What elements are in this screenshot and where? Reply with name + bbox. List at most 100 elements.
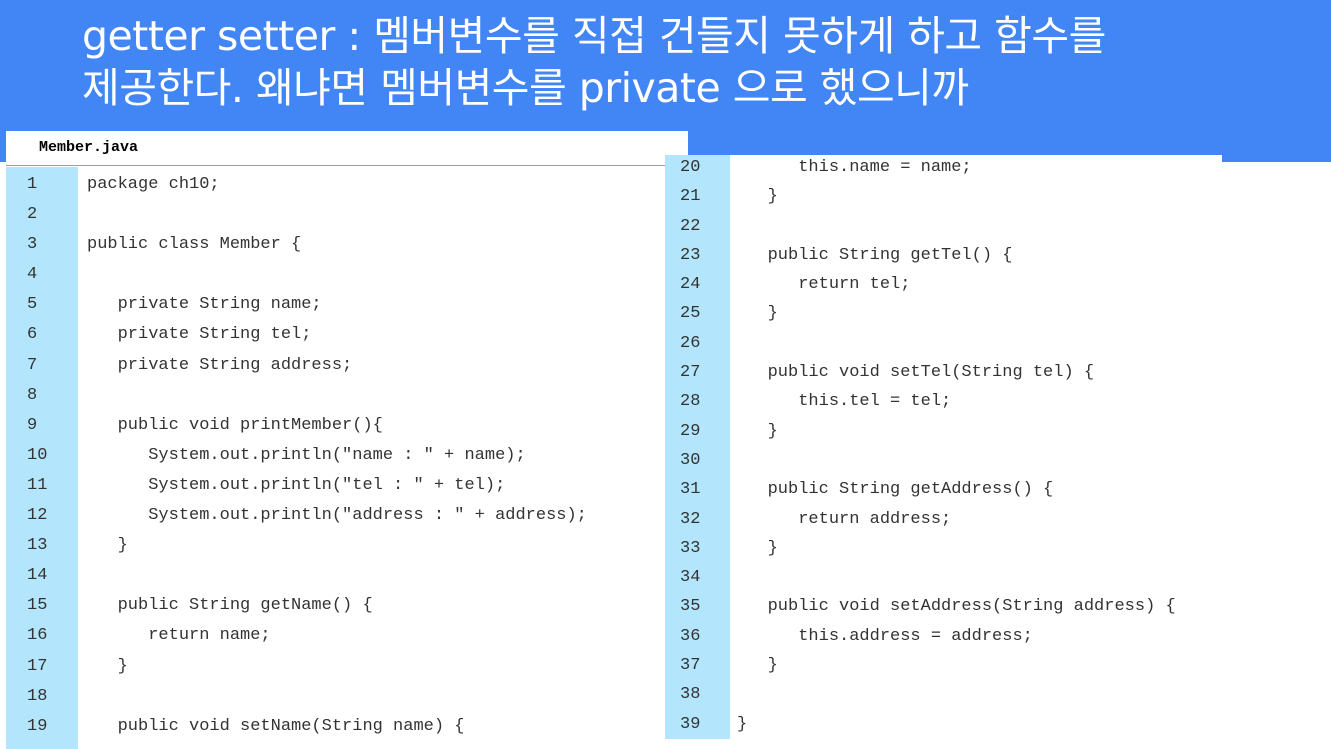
code-text: this.tel = tel; [737,392,952,412]
code-text: } [87,536,128,556]
code-text: public String getTel() { [737,245,1013,265]
line-number: 38 [680,685,701,705]
code-line: 15 public String getName() { [6,591,688,621]
code-text: package ch10; [87,175,220,194]
code-line: 28 this.tel = tel; [665,387,1222,416]
line-number: 16 [27,626,48,646]
code-listing-right: 20 this.name = name; 21 } 22 23 public Stri… [665,153,1222,739]
line-number: 34 [680,568,701,588]
line-number: 13 [27,536,48,556]
code-line: 19 public void setName(String name) { [6,712,688,742]
code-text: public class Member { [87,235,302,255]
code-line: 24 return tel; [665,270,1222,299]
code-text: this.address = address; [737,626,1033,646]
line-number: 9 [27,415,38,435]
line-number: 5 [27,295,38,315]
line-number: 3 [27,235,38,255]
line-number: 31 [680,480,701,500]
code-line: 1 package ch10; [6,170,688,200]
line-number: 14 [27,566,48,586]
line-number: 1 [27,175,38,194]
code-text: private String name; [87,295,322,315]
code-text: public void setAddress(String address) { [737,597,1176,617]
code-line: 18 [6,682,688,712]
code-text: public void setTel(String tel) { [737,363,1095,383]
code-line: 36 this.address = address; [665,622,1222,651]
code-text: System.out.println("address : " + addres… [87,506,587,526]
line-number: 26 [680,333,701,353]
line-number: 4 [27,265,38,285]
code-text: private String address; [87,355,353,375]
code-line: 13 } [6,531,688,561]
code-panel-left: Member.java 1 package ch10; 2 3 public class… [6,131,688,749]
line-number: 21 [680,187,701,207]
line-number: 30 [680,450,701,470]
code-line: 21 } [665,182,1222,211]
line-number: 18 [27,686,48,706]
code-line: 32 return address; [665,505,1222,534]
code-text: return address; [737,509,952,529]
code-line: 29 } [665,417,1222,446]
code-text: public String getAddress() { [737,480,1054,500]
line-number: 20 [680,158,701,177]
line-number: 12 [27,506,48,526]
slide-title-line-2: 제공한다. 왜냐면 멤버변수를 private 으로 했으니까 [82,64,969,112]
code-text: private String tel; [87,325,312,345]
code-text: } [737,656,778,676]
line-number: 39 [680,714,701,734]
code-line: 31 public String getAddress() { [665,475,1222,504]
code-text: return name; [87,626,271,646]
slide-title: getter setter : 멤버변수를 직접 건들지 못하게 하고 함수를 … [82,10,1322,114]
code-text: } [737,421,778,441]
line-number: 36 [680,626,701,646]
code-text: return tel; [737,275,911,295]
code-line: 35 public void setAddress(String address… [665,592,1222,621]
line-number: 17 [27,656,48,676]
code-text: } [737,187,778,207]
code-line: 6 private String tel; [6,320,688,350]
code-line: 39} [665,710,1222,739]
code-line: 38 [665,680,1222,709]
code-text: System.out.println("tel : " + tel); [87,475,506,495]
code-text: System.out.println("name : " + name); [87,445,526,465]
code-text: public void printMember(){ [87,415,383,435]
code-panel-right: 20 this.name = name; 21 } 22 23 public Stri… [665,155,1222,739]
file-tab: Member.java [6,131,688,166]
line-number: 33 [680,538,701,558]
line-number: 15 [27,596,48,616]
code-line: 17 } [6,652,688,682]
code-text: } [737,304,778,324]
line-number: 19 [27,716,48,736]
code-line: 23 public String getTel() { [665,241,1222,270]
line-number: 8 [27,385,38,405]
code-line: 26 [665,329,1222,358]
line-number: 2 [27,205,38,225]
line-number: 28 [680,392,701,412]
line-number: 32 [680,509,701,529]
line-number: 6 [27,325,38,345]
code-text: } [737,714,748,734]
code-line: 12 System.out.println("address : " + add… [6,501,688,531]
line-number: 10 [27,445,48,465]
line-number: 24 [680,275,701,295]
line-number: 29 [680,421,701,441]
code-line: 3 public class Member { [6,230,688,260]
code-text: this.name = name; [737,158,972,177]
line-number: 35 [680,597,701,617]
line-number: 25 [680,304,701,324]
code-line: 11 System.out.println("tel : " + tel); [6,471,688,501]
code-line: 20 this.name = name; [665,153,1222,182]
code-line: 8 [6,381,688,411]
code-listing-left: 1 package ch10; 2 3 public class Member { 4 5 … [6,170,688,742]
code-line: 7 private String address; [6,351,688,381]
file-name: Member.java [39,139,139,156]
code-text: } [87,656,128,676]
line-number: 27 [680,363,701,383]
code-line: 30 [665,446,1222,475]
line-number: 11 [27,475,48,495]
code-line: 16 return name; [6,621,688,651]
code-line: 10 System.out.println("name : " + name); [6,441,688,471]
code-line: 4 [6,260,688,290]
code-text: public String getName() { [87,596,373,616]
code-line: 5 private String name; [6,290,688,320]
